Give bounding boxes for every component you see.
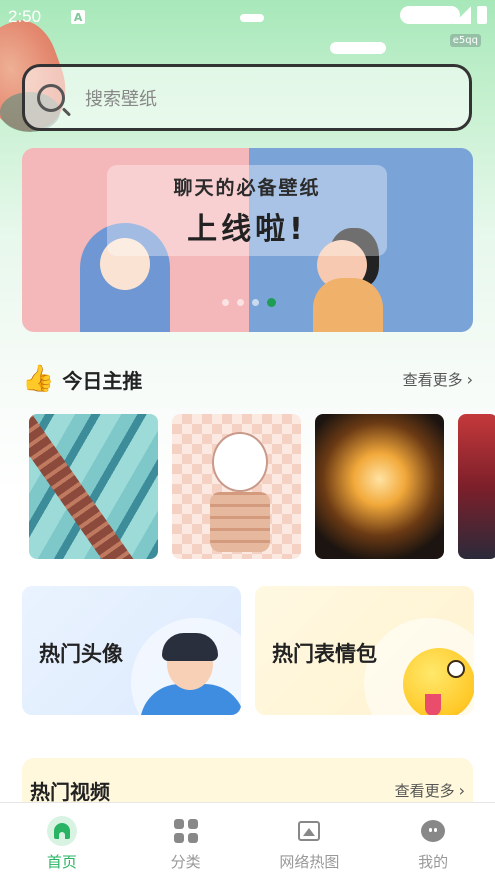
see-more-link[interactable]: 查看更多 › xyxy=(395,780,465,801)
home-icon xyxy=(46,816,77,846)
tab-label: 分类 xyxy=(170,853,201,871)
emoji-illustration xyxy=(403,648,474,715)
banner-subheadline: 上线啦! xyxy=(187,212,307,247)
carousel-dot-active[interactable] xyxy=(267,298,276,307)
carousel-dot[interactable] xyxy=(252,299,259,306)
banner-illustration-person xyxy=(313,278,383,332)
search-icon xyxy=(37,83,65,112)
category-cards: 热门头像 热门表情包 xyxy=(22,586,474,715)
tab-label: 网络热图 xyxy=(279,853,340,871)
status-indicators xyxy=(453,6,487,24)
thumbs-up-icon: 👍 xyxy=(22,364,55,394)
card-label: 热门头像 xyxy=(39,642,123,666)
tab-category[interactable]: 分类 xyxy=(124,803,248,880)
status-bar: 2:50 A xyxy=(0,0,495,34)
version-tag: e5qq xyxy=(449,34,481,47)
tab-label: 首页 xyxy=(46,853,77,871)
see-more-link[interactable]: 查看更多 › xyxy=(403,369,473,390)
search-bar[interactable]: 搜索壁纸 xyxy=(22,64,472,131)
tab-hot-images[interactable]: 网络热图 xyxy=(248,803,372,880)
search-placeholder[interactable]: 搜索壁纸 xyxy=(85,85,157,111)
wallpaper-thumbnail[interactable] xyxy=(172,414,301,559)
wallpaper-thumbnail[interactable] xyxy=(29,414,158,559)
section-title-group: 👍 今日主推 xyxy=(22,364,142,394)
tab-me[interactable]: 我的 xyxy=(371,803,495,880)
chevron-right-icon: › xyxy=(458,781,465,800)
grid-icon xyxy=(173,819,198,843)
carousel-dot[interactable] xyxy=(222,299,229,306)
wallpaper-thumbnail[interactable] xyxy=(458,414,495,559)
card-label: 热门表情包 xyxy=(272,642,377,666)
banner-text-card: 聊天的必备壁纸 上线啦! xyxy=(107,165,387,256)
section-title: 今日主推 xyxy=(62,368,143,393)
image-icon xyxy=(298,821,321,841)
recommended-list xyxy=(29,414,495,559)
notification-icon: A xyxy=(71,10,86,24)
battery-icon xyxy=(477,6,487,24)
bottom-tab-bar: 首页 分类 网络热图 我的 xyxy=(0,802,495,880)
hot-sticker-card[interactable]: 热门表情包 xyxy=(255,586,474,715)
hot-avatar-card[interactable]: 热门头像 xyxy=(22,586,241,715)
see-more-label: 查看更多 xyxy=(402,370,463,389)
today-section-header: 👍 今日主推 查看更多 › xyxy=(22,364,473,394)
wallpaper-thumbnail[interactable] xyxy=(315,414,444,559)
carousel-dot[interactable] xyxy=(237,299,244,306)
avatar-illustration xyxy=(162,633,218,661)
banner-carousel[interactable]: 聊天的必备壁纸 上线啦! xyxy=(22,148,473,332)
see-more-label: 查看更多 xyxy=(394,782,455,800)
status-time: 2:50 xyxy=(8,7,42,26)
chevron-right-icon: › xyxy=(466,369,473,389)
tab-label: 我的 xyxy=(418,853,449,871)
profile-icon xyxy=(421,820,446,842)
section-title: 热门视频 xyxy=(30,780,110,804)
decor-cloud xyxy=(330,42,386,54)
carousel-indicator xyxy=(222,298,276,307)
banner-headline: 聊天的必备壁纸 xyxy=(173,177,321,199)
tab-home[interactable]: 首页 xyxy=(0,803,124,880)
signal-icon xyxy=(453,6,471,24)
video-section-header: 热门视频 查看更多 › xyxy=(30,776,465,805)
